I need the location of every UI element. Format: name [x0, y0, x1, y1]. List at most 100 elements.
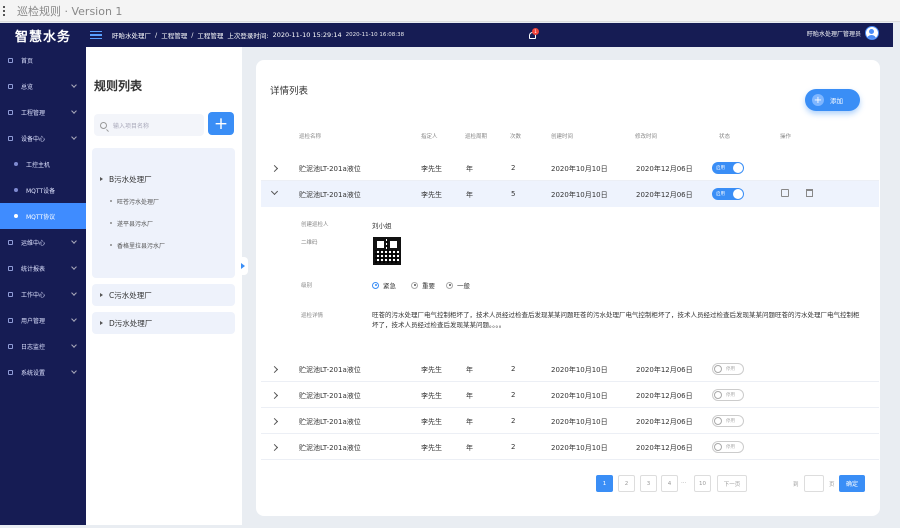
table-row[interactable]: 贮泥池LT-201a液位 李先生 年 2 2020年10月10日 2020年12… — [261, 356, 879, 382]
status-toggle[interactable]: 停用 — [712, 389, 744, 401]
table-row[interactable]: 贮泥池LT-201a液位 李先生 年 2 2020年10月10日 2020年12… — [261, 155, 879, 181]
report-icon — [8, 265, 13, 271]
page-button[interactable]: 3 — [640, 475, 657, 492]
breadcrumb-item[interactable]: 盱眙水处理厂 — [112, 30, 151, 40]
caret-right-icon — [100, 293, 103, 297]
sidebar-item-logs[interactable]: 日志监控 — [0, 333, 86, 359]
detail-label: 巡检详情 — [301, 313, 324, 319]
rules-title: 规则列表 — [94, 79, 143, 93]
expand-icon[interactable] — [270, 365, 279, 374]
tree-group-header[interactable]: C污水处理厂 — [92, 284, 235, 306]
sidebar-item-device-center[interactable]: 设备中心 — [0, 125, 86, 151]
sidebar-item-project[interactable]: 工程管理 — [0, 99, 86, 125]
table-row[interactable]: 贮泥池LT-201a液位 李先生 年 2 2020年10月10日 2020年12… — [261, 382, 879, 408]
menu-icon[interactable] — [90, 30, 102, 40]
sidebar-item-users[interactable]: 用户管理 — [0, 307, 86, 333]
status-toggle[interactable]: 停用 — [712, 363, 744, 375]
page-button[interactable]: 10 — [694, 475, 711, 492]
search-placeholder: 输入项目名称 — [113, 122, 150, 130]
next-page-button[interactable]: 下一页 — [717, 475, 747, 492]
goto-prefix: 到 — [793, 482, 799, 488]
sidebar-item-settings[interactable]: 系统设置 — [0, 359, 86, 385]
sidebar-item-industrial-host[interactable]: 工控主机 — [0, 151, 86, 177]
user-icon — [8, 317, 13, 323]
trash-icon[interactable] — [806, 189, 813, 197]
level-radio-urgent[interactable]: 紧急 — [372, 280, 396, 290]
user-menu[interactable]: 盱眙水处理厂管理员 — [807, 26, 879, 40]
plus-icon: + — [812, 94, 824, 106]
tree-group-header[interactable]: B污水处理厂 — [92, 168, 235, 190]
breadcrumb-item[interactable]: 工程管理 — [197, 30, 223, 40]
level-radio-important[interactable]: 重要 — [411, 280, 435, 290]
page-button[interactable]: 2 — [618, 475, 635, 492]
status-toggle[interactable]: 停用 — [712, 415, 744, 427]
sidebar-item-mqtt-device[interactable]: MQTT设备 — [0, 177, 86, 203]
level-radio-normal[interactable]: 一般 — [446, 280, 470, 290]
add-rule-button[interactable]: + — [208, 112, 234, 135]
caret-right-icon — [100, 177, 103, 181]
ops-icon — [8, 239, 13, 245]
expand-icon[interactable] — [270, 164, 279, 173]
bullet-icon — [14, 188, 18, 192]
tree-leaf[interactable]: 遂平县污水厂 — [92, 212, 235, 234]
project-icon — [8, 109, 13, 115]
detail-text: 旺苍的污水处理厂电气控制柜坏了，技术人员经过检查后发现某某问题旺苍的污水处理厂电… — [372, 311, 860, 329]
chevron-down-icon — [71, 316, 77, 322]
search-input[interactable]: 输入项目名称 — [94, 114, 204, 136]
notification-badge: 1 — [532, 28, 539, 35]
chevron-down-icon — [71, 108, 77, 114]
tree-group-header[interactable]: D污水处理厂 — [92, 312, 235, 334]
status-toggle[interactable]: 停用 — [712, 441, 744, 453]
bullet-icon — [110, 200, 112, 202]
sidebar-item-ops[interactable]: 运维中心 — [0, 229, 86, 255]
bullet-icon — [14, 162, 18, 166]
tree-group-d[interactable]: D污水处理厂 — [92, 312, 235, 334]
caret-right-icon — [100, 321, 103, 325]
page-ellipsis: ... — [681, 479, 687, 485]
table-row[interactable]: 贮泥池LT-201a液位 李先生 年 5 2020年10月10日 2020年12… — [261, 181, 879, 207]
expand-icon[interactable] — [270, 391, 279, 400]
breadcrumb-item[interactable]: 工程管理 — [161, 30, 187, 40]
sidebar-item-reports[interactable]: 统计报表 — [0, 255, 86, 281]
table-row[interactable]: 贮泥池LT-201a液位 李先生 年 2 2020年10月10日 2020年12… — [261, 408, 879, 434]
page-button[interactable]: 1 — [596, 475, 613, 492]
rules-panel: 规则列表 输入项目名称 + B污水处理厂 旺苍污水处理厂 遂平县污水厂 香格里拉… — [86, 47, 242, 525]
qr-code-image — [373, 237, 401, 265]
chevron-down-icon — [71, 290, 77, 296]
collapse-panel-toggle[interactable] — [238, 257, 248, 275]
edit-icon[interactable] — [781, 189, 789, 197]
collapse-icon[interactable] — [270, 187, 279, 196]
tree-leaf[interactable]: 旺苍污水处理厂 — [92, 190, 235, 212]
tree-leaf[interactable]: 香格里拉县污水厂 — [92, 234, 235, 256]
goto-page-input[interactable] — [804, 475, 824, 492]
goto-suffix: 页 — [829, 482, 835, 488]
col-header: 巡检名称 — [299, 134, 322, 140]
confirm-button[interactable]: 确定 — [839, 475, 865, 492]
pagination: 1 2 3 4 ... 10 下一页 到 页 确定 — [256, 475, 880, 493]
status-toggle[interactable]: 启用 — [712, 162, 744, 174]
col-header: 修改时间 — [635, 134, 658, 140]
expand-icon[interactable] — [270, 443, 279, 452]
sidebar-item-overview[interactable]: 总览 — [0, 73, 86, 99]
sidebar-item-work[interactable]: 工作中心 — [0, 281, 86, 307]
table-row[interactable]: 贮泥池LT-201a液位 李先生 年 2 2020年10月10日 2020年12… — [261, 434, 879, 460]
sidebar-item-home[interactable]: 首页 — [0, 47, 86, 73]
more-icon[interactable] — [3, 5, 7, 16]
notification-bell-icon[interactable]: 1 — [527, 28, 539, 42]
window-titlebar: 巡检规则 · Version 1 — [0, 0, 900, 22]
details-title: 详情列表 — [270, 86, 309, 97]
chevron-down-icon — [71, 238, 77, 244]
add-button[interactable]: + 添加 — [805, 89, 860, 111]
device-icon — [8, 135, 13, 141]
sidebar-item-mqtt-protocol[interactable]: MQTT协议 — [0, 203, 86, 229]
tree-group-c[interactable]: C污水处理厂 — [92, 284, 235, 306]
col-header: 指定人 — [421, 134, 438, 140]
avatar[interactable] — [865, 26, 879, 40]
page-button[interactable]: 4 — [661, 475, 678, 492]
chevron-down-icon — [71, 134, 77, 140]
table-header: 巡检名称 指定人 巡检周期 次数 创建时间 修改时间 状态 操作 — [256, 132, 880, 146]
expand-icon[interactable] — [270, 417, 279, 426]
status-toggle[interactable]: 启用 — [712, 188, 744, 200]
col-header: 状态 — [719, 134, 731, 140]
breadcrumb-separator: / — [191, 31, 194, 39]
